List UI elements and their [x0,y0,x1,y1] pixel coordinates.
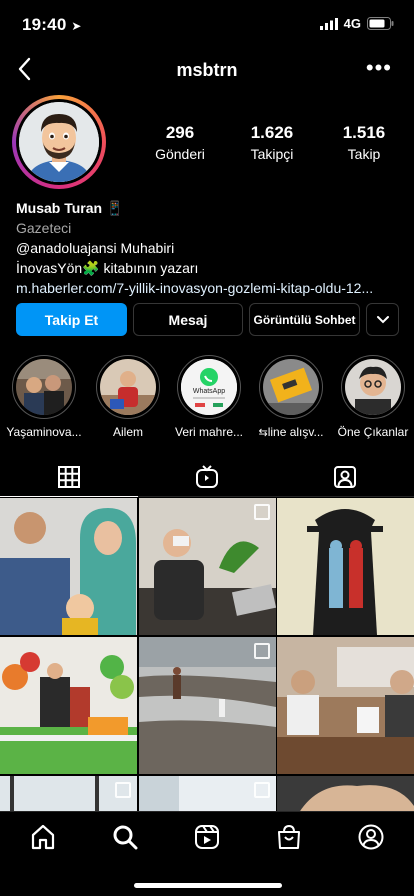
memoji-avatar-icon [19,102,99,182]
post-thumbnail[interactable] [277,637,414,774]
more-options-icon[interactable]: ••• [366,57,392,79]
highlight-item[interactable]: Ailem [87,355,169,439]
story-highlights: Yaşaminova... Ailem WhatsApp Veri mahre.… [0,355,414,445]
highlight-cover [263,359,319,415]
posts-value: 296 [165,123,195,142]
message-button[interactable]: Mesaj [133,303,243,336]
profile-avatar[interactable] [12,95,106,189]
post-thumbnail[interactable] [139,776,276,816]
profile-stats: 296 Gönderi 1.626 Takipçi 1.516 Takip [138,123,406,162]
following-label: Takip [347,146,381,162]
puzzle-emoji-icon: 🧩 [82,260,100,276]
phone-emoji-icon: 📱 [102,200,124,216]
highlight-label: ⇆line alışv... [258,425,324,439]
profile-header: msbtrn ••• [0,50,414,90]
highlight-item[interactable]: Yaşaminova... [3,355,85,439]
video-chat-button[interactable]: Görüntülü Sohbet [249,303,360,336]
followers-label: Takipçi [250,146,294,162]
tagged-icon [334,466,356,488]
profile-tabs [0,458,414,497]
bio-line-1: @anadoluajansi Muhabiri [16,240,175,256]
followers-value: 1.626 [250,123,294,142]
bio-line-2: İnovasYön🧩 kitabının yazarı [16,260,199,276]
post-thumbnail[interactable] [139,498,276,635]
bottom-navigation [0,811,414,896]
profile-link[interactable]: m.haberler.com/7-yillik-inovasyon-gozlem… [16,278,406,298]
posts-count: 296 Gönderi [138,123,222,162]
highlight-item[interactable]: Öne Çıkanlar [332,355,414,439]
post-thumbnail[interactable] [277,498,414,635]
profile-name: Musab Turan 📱 [16,200,124,216]
post-thumbnail[interactable] [139,637,276,774]
highlight-label: Öne Çıkanlar [337,425,409,439]
chevron-down-icon [376,315,389,323]
home-icon[interactable] [29,823,57,851]
highlight-cover [16,359,72,415]
tab-posts-grid[interactable] [0,458,138,497]
post-thumbnail[interactable] [277,776,414,816]
highlight-label: Yaşaminova... [6,425,82,439]
multiple-posts-icon [254,504,270,520]
location-arrow-icon: ➤ [71,19,82,33]
tab-igtv[interactable] [138,458,276,496]
status-right: 4G [319,16,394,31]
highlight-item[interactable]: WhatsApp Veri mahre... [168,355,250,439]
grid-icon [58,466,80,488]
multiple-posts-icon [254,643,270,659]
highlight-cover [100,359,156,415]
following-count[interactable]: 1.516 Takip [322,123,406,162]
reels-icon[interactable] [193,823,221,851]
highlight-label: Veri mahre... [174,425,244,439]
highlight-cover [345,359,401,415]
post-thumbnail[interactable] [0,498,137,635]
shop-icon[interactable] [275,823,303,851]
highlight-cover: WhatsApp [181,359,237,415]
profile-category: Gazeteci [16,220,72,236]
follow-button[interactable]: Takip Et [16,303,127,336]
post-thumbnail[interactable] [0,637,137,774]
highlight-label: Ailem [112,425,143,439]
status-time: 19:40 ➤ [22,15,82,34]
highlight-item[interactable]: ⇆line alışv... [250,355,332,439]
followers-count[interactable]: 1.626 Takipçi [230,123,314,162]
arrows-emoji-icon: ⇆ [258,427,268,439]
home-indicator [134,883,282,888]
multiple-posts-icon [115,782,131,798]
tab-tagged[interactable] [276,458,414,496]
status-bar: 19:40 ➤ 4G [0,0,414,48]
multiple-posts-icon [254,782,270,798]
posts-label: Gönderi [155,146,205,162]
username-title: msbtrn [176,60,238,80]
signal-icon [319,17,338,30]
action-buttons: Takip Et Mesaj Görüntülü Sohbet [16,303,399,336]
search-icon[interactable] [111,823,139,851]
post-thumbnail[interactable] [0,776,137,816]
network-label: 4G [343,16,361,31]
battery-icon [367,17,394,30]
whatsapp-label: WhatsApp [192,388,226,395]
following-value: 1.516 [342,123,386,142]
profile-bio: Musab Turan 📱 Gazeteci @anadoluajansi Mu… [16,198,406,298]
suggested-dropdown-button[interactable] [366,303,399,336]
igtv-icon [196,465,218,488]
profile-icon[interactable] [357,823,385,851]
